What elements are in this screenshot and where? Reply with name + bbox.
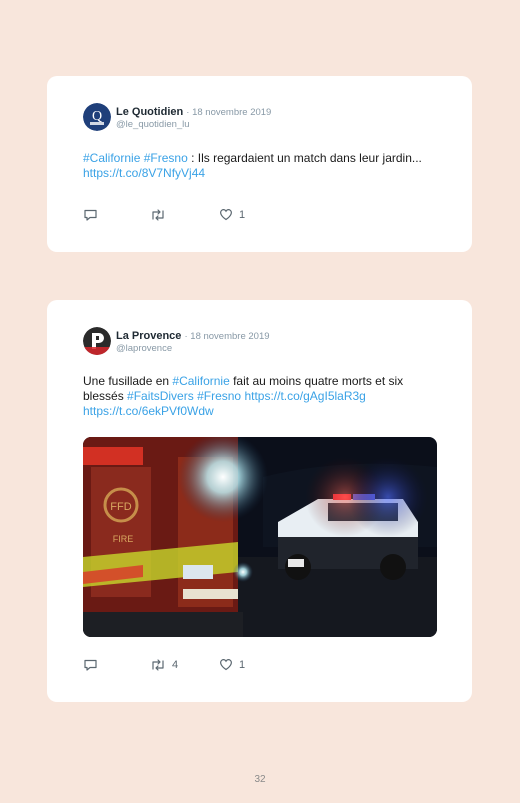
svg-text:Q: Q	[92, 109, 102, 124]
la-provence-avatar[interactable]	[83, 327, 111, 355]
retweet-button[interactable]	[150, 208, 172, 222]
like-count: 1	[239, 658, 246, 671]
author-name-text[interactable]: La Provence	[116, 330, 181, 342]
reply-icon	[84, 209, 97, 221]
hashtag-faitsdivers[interactable]: #FaitsDivers	[127, 389, 194, 403]
le-quotidien-avatar[interactable]: Q	[83, 103, 111, 131]
like-button[interactable]: 1	[219, 208, 245, 221]
tweet-body-start: Une fusillade en	[83, 374, 173, 388]
author-name-text[interactable]: Le Quotidien	[116, 106, 183, 118]
tweet-actions: 4 1	[83, 658, 283, 674]
tweet-photo[interactable]: FFD FIRE	[83, 437, 437, 637]
author-name[interactable]: La Provence · 18 novembre 2019	[116, 330, 270, 342]
tweet-actions: 1	[83, 208, 283, 224]
heart-icon	[220, 659, 232, 671]
hashtag-fresno[interactable]: #Fresno	[144, 151, 188, 165]
tweet-link[interactable]: https://t.co/8V7NfyVj44	[83, 166, 205, 180]
tweet-link-1[interactable]: https://t.co/gAgI5laR3g	[244, 389, 365, 403]
tweet-text: Une fusillade en #Californie fait au moi…	[83, 374, 443, 419]
retweet-icon	[152, 209, 164, 221]
like-count: 1	[239, 208, 246, 221]
hashtag-fresno[interactable]: #Fresno	[197, 389, 241, 403]
reply-button[interactable]	[83, 658, 104, 672]
author-handle[interactable]: @le_quotidien_lu	[116, 119, 190, 130]
svg-text:FFD: FFD	[110, 501, 131, 513]
retweet-icon	[152, 659, 164, 671]
author-name[interactable]: Le Quotidien · 18 novembre 2019	[116, 106, 271, 118]
tweet-body: : Ils regardaient un match dans leur jar…	[187, 151, 422, 165]
like-button[interactable]: 1	[219, 658, 245, 671]
hashtag-californie[interactable]: #Californie	[172, 374, 229, 388]
tweet-card-le-quotidien: Q Le Quotidien · 18 novembre 2019 @le_qu…	[47, 76, 472, 252]
tweet-card-la-provence: La Provence · 18 novembre 2019 @laproven…	[47, 300, 472, 702]
svg-text:FIRE: FIRE	[113, 534, 134, 544]
tweet-date: · 18 novembre 2019	[186, 107, 272, 118]
tweet-link-2[interactable]: https://t.co/6ekPVf0Wdw	[83, 404, 214, 418]
heart-icon	[220, 209, 232, 221]
tweet-date: · 18 novembre 2019	[184, 331, 270, 342]
author-handle[interactable]: @laprovence	[116, 343, 172, 354]
retweet-count: 4	[172, 659, 179, 671]
retweet-button[interactable]: 4	[150, 658, 178, 672]
tweet-text: #Californie #Fresno : Ils regardaient un…	[83, 151, 443, 181]
reply-icon	[84, 659, 97, 671]
hashtag-californie[interactable]: #Californie	[83, 151, 140, 165]
reply-button[interactable]	[83, 208, 104, 222]
page-number: 32	[254, 774, 266, 785]
